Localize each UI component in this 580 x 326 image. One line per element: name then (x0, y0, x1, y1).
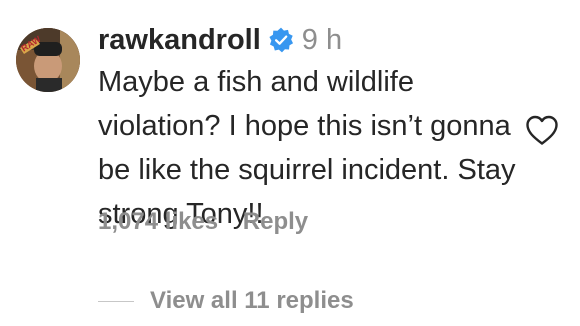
comment-header: rawkandroll 9 h (98, 20, 528, 60)
likes-count[interactable]: 1,074 likes (98, 208, 218, 235)
view-replies-label: View all 11 replies (150, 287, 354, 314)
timestamp: 9 h (301, 24, 343, 56)
avatar[interactable]: RAW (16, 28, 80, 92)
comment-meta: 1,074 likes Reply (98, 208, 326, 236)
avatar-image: RAW (16, 28, 80, 92)
replies-divider-line (98, 300, 134, 302)
verified-badge-icon (269, 27, 293, 53)
username[interactable]: rawkandroll (98, 20, 261, 60)
heart-outline-icon[interactable] (525, 114, 559, 146)
comment: rawkandroll 9 h Maybe a fish and wildlif… (98, 20, 528, 236)
reply-button[interactable]: Reply (243, 208, 308, 235)
view-replies-button[interactable]: View all 11 replies (98, 287, 354, 315)
